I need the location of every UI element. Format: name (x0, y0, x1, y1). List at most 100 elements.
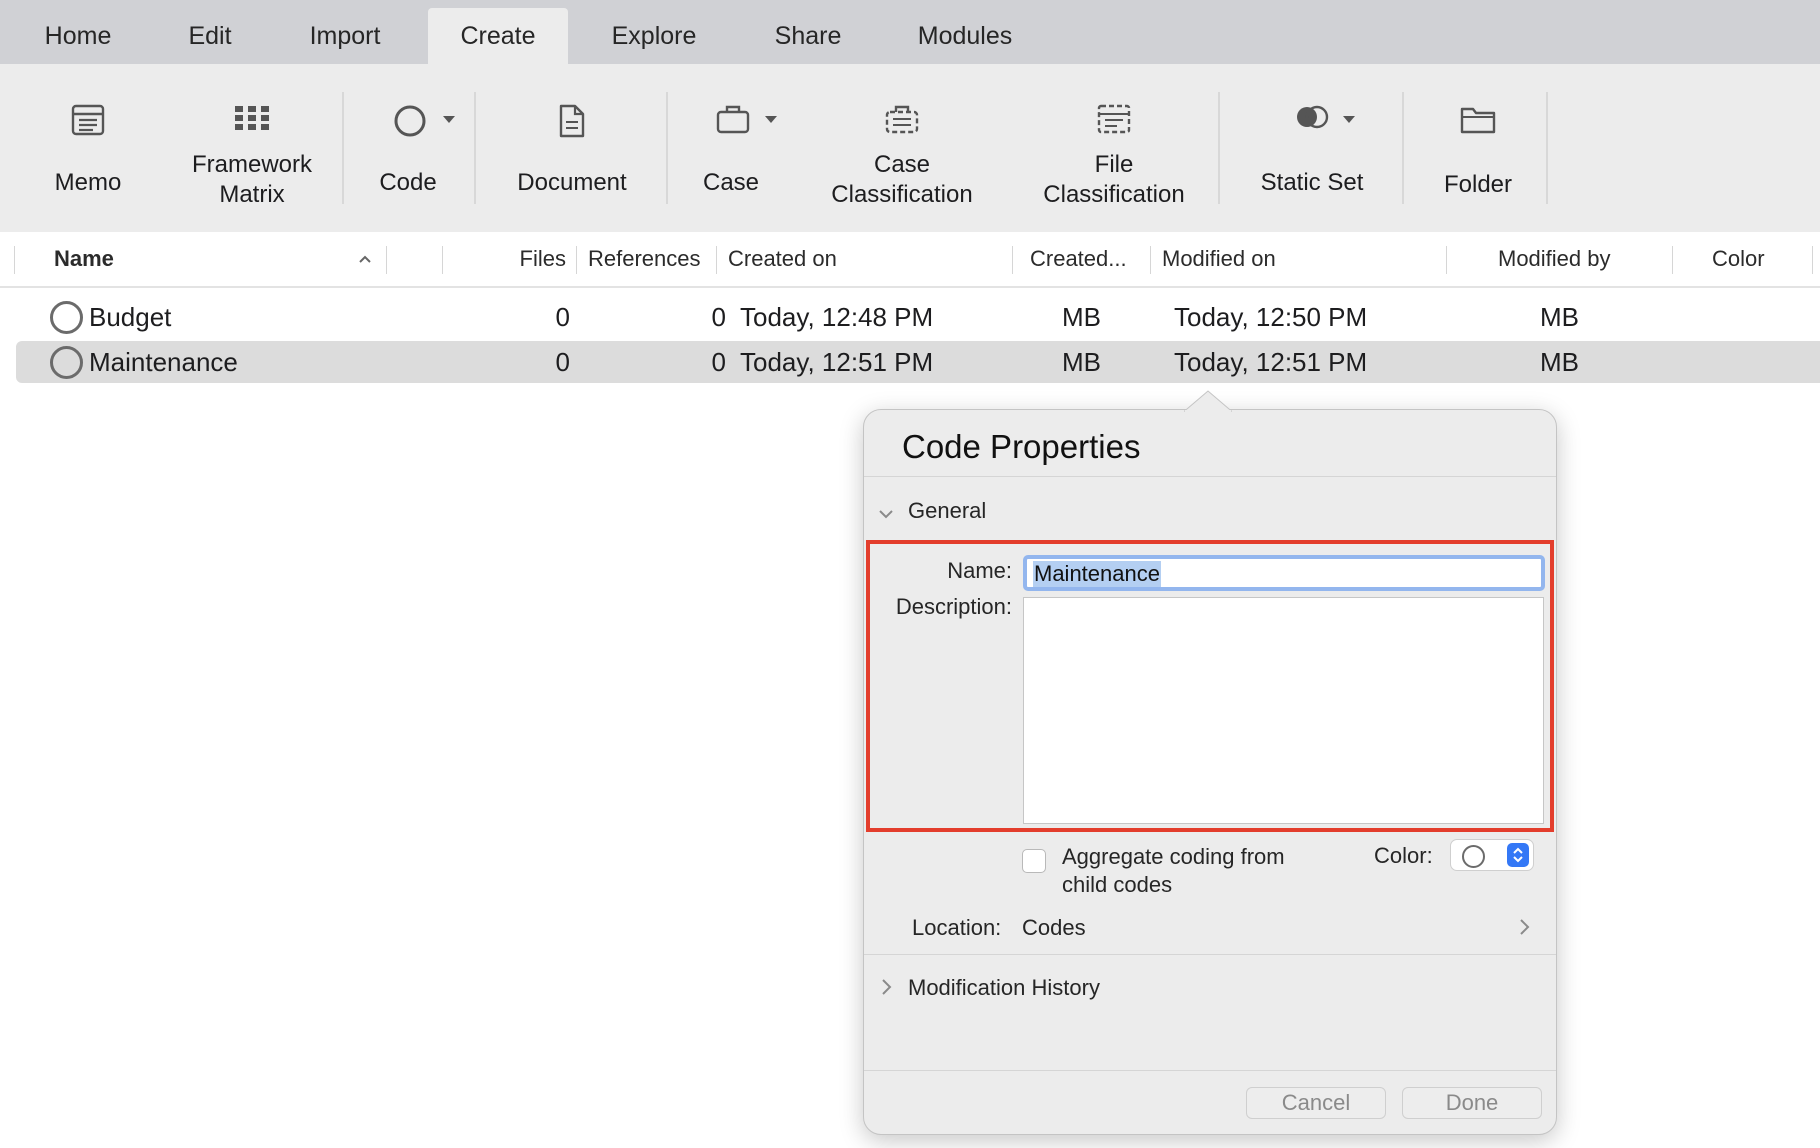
modification-history-toggle[interactable]: Modification History (908, 975, 1100, 1001)
row-files: 0 (555, 347, 570, 377)
create-ribbon: Memo Framework Matrix Code Document Case… (0, 64, 1820, 232)
document-label: Document (517, 169, 627, 196)
table-row-selected[interactable]: Maintenance 0 0 Today, 12:51 PM MB Today… (16, 341, 1820, 383)
row-modified-on: Today, 12:51 PM (1174, 347, 1368, 377)
location-label: Location: (912, 915, 1002, 940)
row-created-by: MB (1062, 302, 1101, 332)
aggregate-coding-checkbox[interactable] (1022, 849, 1046, 873)
chevron-down-icon[interactable] (442, 114, 456, 124)
done-button[interactable]: Done (1402, 1087, 1542, 1119)
tab-create[interactable]: Create (428, 8, 568, 64)
stepper-icon[interactable] (1507, 843, 1529, 867)
column-divider (1012, 246, 1013, 274)
chevron-down-icon[interactable] (764, 114, 778, 124)
code-properties-popover: Code Properties General Name: Maintenanc… (863, 390, 1557, 1135)
code-button[interactable]: Code (366, 100, 464, 220)
ribbon-divider (474, 92, 476, 204)
file-classification-label-line1: File (1094, 151, 1134, 178)
case-classification-icon (885, 104, 919, 134)
tab-modules[interactable]: Modules (906, 8, 1024, 64)
column-header-color[interactable]: Color (1712, 232, 1765, 286)
framework-matrix-label: Framework Matrix (176, 150, 328, 210)
file-classification-icon (1097, 104, 1131, 134)
tab-explore[interactable]: Explore (598, 8, 710, 64)
chevron-down-icon[interactable] (878, 508, 894, 520)
chevron-right-icon[interactable] (1518, 918, 1530, 936)
name-field-value: Maintenance (1033, 561, 1161, 587)
file-classification-label: File Classification (1028, 150, 1200, 210)
code-label: Code (379, 169, 437, 196)
tab-share[interactable]: Share (758, 8, 858, 64)
column-header-modified-by[interactable]: Modified by (1498, 232, 1611, 286)
column-divider (386, 246, 387, 274)
cancel-button[interactable]: Cancel (1246, 1087, 1386, 1119)
row-references: 0 (711, 302, 726, 332)
tab-home[interactable]: Home (24, 8, 132, 64)
column-divider (1672, 246, 1673, 274)
case-classification-label-line2: Classification (831, 181, 973, 208)
chevron-right-icon[interactable] (880, 978, 892, 996)
column-divider (14, 246, 15, 274)
case-classification-label: Case Classification (816, 150, 988, 210)
row-modified-by: MB (1540, 302, 1579, 332)
table-row[interactable]: Budget 0 0 Today, 12:48 PM MB Today, 12:… (16, 296, 1820, 338)
document-icon (557, 104, 587, 138)
divider (864, 1070, 1556, 1071)
framework-matrix-label-line2: Matrix (219, 181, 285, 208)
column-divider (442, 246, 443, 274)
code-circle-icon (50, 301, 83, 334)
description-label: Description: (895, 594, 1012, 619)
folder-label: Folder (1443, 171, 1513, 198)
case-button[interactable]: Case (690, 100, 790, 220)
tab-import[interactable]: Import (290, 8, 400, 64)
row-modified-on: Today, 12:50 PM (1174, 302, 1368, 332)
column-header-created-by[interactable]: Created... (1030, 232, 1127, 286)
description-field[interactable] (1023, 597, 1544, 824)
row-created-on: Today, 12:51 PM (740, 347, 934, 377)
column-divider (1150, 246, 1151, 274)
case-label: Case (702, 169, 760, 196)
column-header-files[interactable]: Files (470, 232, 566, 286)
code-circle-icon (50, 346, 83, 379)
memo-label: Memo (54, 169, 122, 196)
case-classification-label-line1: Case (873, 151, 931, 178)
column-divider (716, 246, 717, 274)
popover-title: Code Properties (902, 428, 1141, 465)
case-classification-button[interactable]: Case Classification (816, 100, 988, 220)
ribbon-divider (1546, 92, 1548, 204)
column-header-references[interactable]: References (588, 232, 701, 286)
sort-ascending-icon[interactable] (358, 254, 372, 264)
column-header-name[interactable]: Name (54, 232, 114, 286)
ribbon-divider (1218, 92, 1220, 204)
aggregate-coding-label-line2: child codes (1062, 872, 1173, 897)
static-set-icon (1295, 104, 1329, 130)
location-value[interactable]: Codes (1022, 915, 1086, 941)
name-label: Name: (947, 558, 1012, 583)
static-set-button[interactable]: Static Set (1250, 100, 1374, 220)
column-divider (576, 246, 577, 274)
column-header-modified-on[interactable]: Modified on (1162, 232, 1276, 286)
file-classification-button[interactable]: File Classification (1028, 100, 1200, 220)
tab-edit[interactable]: Edit (164, 8, 256, 64)
divider (864, 476, 1556, 477)
code-circle-icon (393, 104, 427, 138)
framework-matrix-label-line1: Framework (191, 151, 312, 178)
memo-button[interactable]: Memo (40, 100, 136, 220)
document-button[interactable]: Document (502, 100, 642, 220)
menu-bar: Home Edit Import Create Explore Share Mo… (0, 0, 1820, 64)
column-divider (1812, 246, 1813, 274)
column-header-created-on[interactable]: Created on (728, 232, 837, 286)
column-divider (1446, 246, 1447, 274)
chevron-down-icon[interactable] (1342, 114, 1356, 124)
folder-button[interactable]: Folder (1428, 100, 1528, 220)
file-classification-label-line2: Classification (1043, 181, 1185, 208)
color-picker[interactable] (1450, 839, 1534, 871)
name-field[interactable]: Maintenance (1023, 555, 1545, 591)
framework-matrix-button[interactable]: Framework Matrix (176, 100, 328, 220)
row-modified-by: MB (1540, 347, 1579, 377)
aggregate-coding-label-line1: Aggregate coding from (1062, 844, 1285, 869)
static-set-label: Static Set (1260, 169, 1364, 196)
general-section-toggle[interactable]: General (908, 498, 986, 524)
row-files: 0 (555, 302, 570, 332)
popover-arrow (1184, 390, 1232, 412)
